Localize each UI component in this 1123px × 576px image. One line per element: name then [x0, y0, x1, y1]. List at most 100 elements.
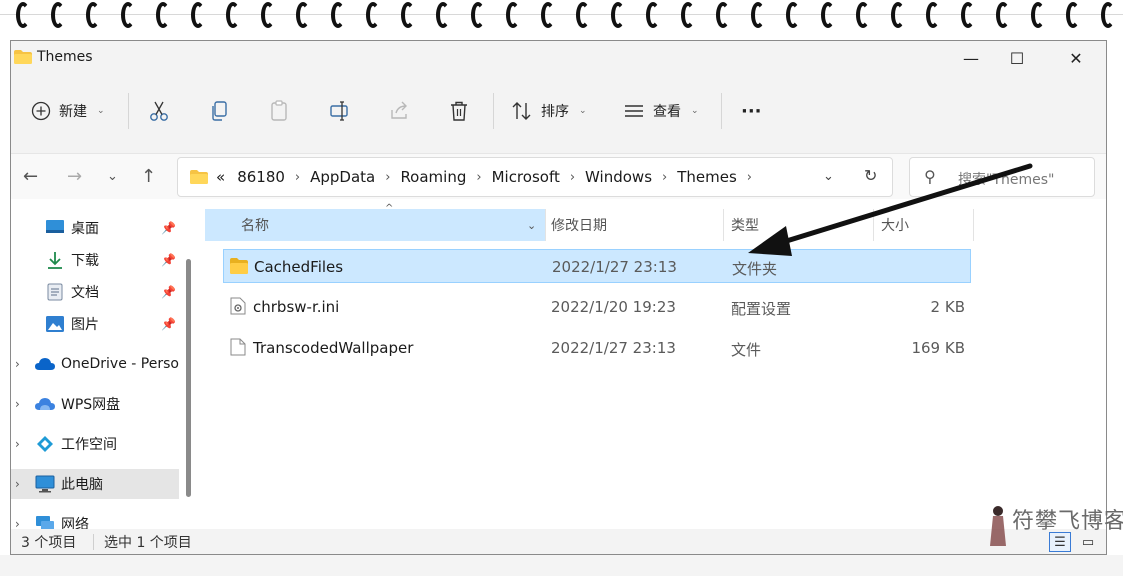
sidebar-item-network[interactable]: › 网络 — [11, 509, 179, 529]
sidebar-scrollbar[interactable] — [186, 259, 191, 497]
chevron-right-icon[interactable]: › — [15, 397, 20, 411]
watermark-figure — [990, 506, 1006, 546]
up-arrow-icon[interactable]: ↑ — [141, 166, 156, 187]
rename-button[interactable] — [329, 95, 351, 127]
spiral-ring — [716, 2, 730, 28]
spiral-ring — [891, 2, 905, 28]
sort-icon — [512, 102, 531, 120]
view-button[interactable]: 查看 ⌄ — [623, 95, 699, 127]
more-options-button[interactable]: ··· — [741, 95, 762, 127]
sidebar-item-onedrive[interactable]: › OneDrive - Personal — [11, 349, 179, 379]
breadcrumb-item[interactable]: Microsoft — [492, 168, 560, 186]
toolbar-divider — [128, 93, 129, 129]
refresh-icon[interactable]: ↻ — [864, 166, 877, 185]
chevron-right-icon[interactable]: › — [570, 170, 575, 185]
chevron-right-icon[interactable]: › — [15, 477, 20, 491]
breadcrumb-overflow[interactable]: « — [216, 168, 225, 186]
item-count: 3 个项目 — [21, 535, 77, 551]
file-name: TranscodedWallpaper — [253, 339, 414, 357]
notebook-spiral — [0, 0, 1123, 34]
search-box[interactable]: ⚲ 搜索"Themes" — [909, 157, 1095, 197]
address-history-chevron-icon[interactable]: ⌄ — [823, 169, 834, 184]
cut-button[interactable] — [149, 95, 169, 127]
close-button[interactable]: ✕ — [1053, 43, 1099, 73]
spiral-ring — [1031, 2, 1045, 28]
chevron-down-icon: ⌄ — [691, 106, 699, 116]
sidebar-item-downloads[interactable]: 下载 📌 — [11, 245, 179, 275]
chevron-right-icon[interactable]: › — [662, 170, 667, 185]
sidebar-item-desktop[interactable]: 桌面 📌 — [11, 213, 179, 243]
sort-button[interactable]: 排序 ⌄ — [511, 95, 587, 127]
spiral-ring — [541, 2, 555, 28]
column-header-size[interactable]: 大小 — [881, 209, 909, 241]
sidebar-item-documents[interactable]: 文档 📌 — [11, 277, 179, 307]
details-view-icon[interactable]: ☰ — [1049, 532, 1071, 552]
sidebar-item-label: 桌面 — [71, 221, 99, 237]
copy-button[interactable] — [209, 95, 229, 127]
table-row[interactable]: CachedFiles 2022/1/27 23:13 文件夹 — [223, 249, 971, 283]
chevron-right-icon[interactable]: › — [15, 357, 20, 371]
scissors-icon — [150, 101, 168, 121]
column-header-name[interactable]: 名称 — [241, 209, 269, 241]
column-divider[interactable] — [973, 209, 974, 241]
share-button[interactable] — [389, 95, 411, 127]
pin-icon[interactable]: 📌 — [161, 253, 176, 267]
breadcrumb-item[interactable]: AppData — [310, 168, 375, 186]
new-button[interactable]: 新建 ⌄ — [31, 95, 105, 127]
spiral-ring — [1101, 2, 1115, 28]
table-row[interactable]: chrbsw-r.ini 2022/1/20 19:23 配置设置 2 KB — [223, 290, 971, 324]
recent-chevron-icon[interactable]: ⌄ — [107, 169, 118, 184]
sidebar-item-wps-cloud[interactable]: › WPS网盘 — [11, 389, 179, 419]
chevron-right-icon[interactable]: › — [15, 517, 20, 529]
chevron-right-icon[interactable]: › — [295, 170, 300, 185]
status-divider — [93, 534, 94, 550]
tiles-view-icon[interactable]: ▭ — [1077, 532, 1099, 552]
chevron-down-icon: ⌄ — [579, 106, 587, 116]
chevron-right-icon[interactable]: › — [476, 170, 481, 185]
content-area: 桌面 📌 下载 📌 文档 📌 图片 📌 › OneDrive - Perso ›… — [11, 199, 1106, 529]
plus-circle-icon — [31, 101, 51, 121]
breadcrumb-item[interactable]: Roaming — [400, 168, 466, 186]
sidebar-item-pictures[interactable]: 图片 📌 — [11, 309, 179, 339]
spiral-ring — [331, 2, 345, 28]
navigation-pane: 桌面 📌 下载 📌 文档 📌 图片 📌 › OneDrive - Perso ›… — [11, 199, 191, 529]
delete-button[interactable] — [449, 95, 469, 127]
breadcrumb-item[interactable]: 86180 — [237, 168, 285, 186]
chevron-right-icon[interactable]: › — [385, 170, 390, 185]
file-date: 2022/1/27 23:13 — [552, 258, 677, 276]
chevron-right-icon[interactable]: › — [15, 437, 20, 451]
forward-arrow-icon[interactable]: → — [67, 166, 82, 187]
chevron-right-icon[interactable]: › — [747, 170, 752, 185]
table-row[interactable]: TranscodedWallpaper 2022/1/27 23:13 文件 1… — [223, 331, 971, 365]
view-list-icon — [625, 105, 643, 117]
sidebar-item-workspace[interactable]: › 工作空间 — [11, 429, 179, 459]
spiral-ring — [996, 2, 1010, 28]
pin-icon[interactable]: 📌 — [161, 221, 176, 235]
column-divider[interactable] — [723, 209, 724, 241]
address-bar[interactable]: « 86180 › AppData › Roaming › Microsoft › Wi… — [177, 157, 893, 197]
pin-icon[interactable]: 📌 — [161, 285, 176, 299]
file-explorer-window: Themes — ☐ ✕ 新建 ⌄ 排序 ⌄ 查看 ⌄ ··· ← → ⌄ ↑ … — [10, 40, 1107, 555]
column-header-date[interactable]: 修改日期 — [551, 209, 607, 241]
back-arrow-icon[interactable]: ← — [23, 166, 38, 187]
chevron-down-icon: ⌄ — [97, 106, 105, 116]
window-title: Themes — [37, 49, 93, 65]
column-divider[interactable] — [873, 209, 874, 241]
chevron-down-icon[interactable]: ⌄ — [527, 209, 536, 241]
breadcrumb-item[interactable]: Themes — [677, 168, 737, 186]
sidebar-item-this-pc[interactable]: › 此电脑 — [11, 469, 179, 499]
pin-icon[interactable]: 📌 — [161, 317, 176, 331]
selection-count: 选中 1 个项目 — [104, 535, 192, 551]
column-header-type[interactable]: 类型 — [731, 209, 759, 241]
maximize-button[interactable]: ☐ — [994, 43, 1040, 73]
spiral-ring — [751, 2, 765, 28]
column-divider[interactable] — [545, 209, 546, 241]
desktop-icon — [45, 218, 65, 238]
file-list: ^ 名称 ⌄ 修改日期 类型 大小 CachedFiles 2022/1/27 … — [203, 199, 1106, 529]
settings-file-icon — [230, 297, 246, 315]
paste-button[interactable] — [269, 95, 289, 127]
trash-icon — [451, 101, 467, 121]
share-icon — [391, 101, 407, 119]
minimize-button[interactable]: — — [948, 43, 994, 73]
breadcrumb-item[interactable]: Windows — [585, 168, 652, 186]
